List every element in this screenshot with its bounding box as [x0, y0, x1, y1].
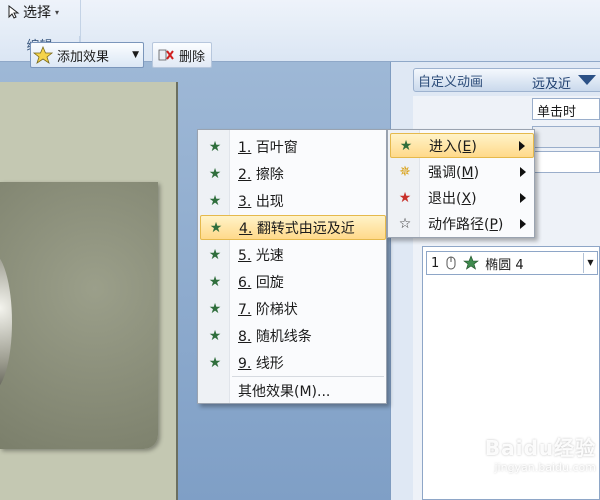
submenu-arrow-icon	[519, 140, 525, 151]
watermark-url: jingyan.baidu.com	[494, 461, 596, 474]
menu-item-entrance[interactable]: ★ 进入(E)	[390, 133, 534, 158]
chevron-down-icon[interactable]: ▼	[583, 253, 597, 273]
menu-item-emphasis[interactable]: ✵ 强调(M)	[390, 159, 534, 184]
star-entrance-icon	[463, 255, 480, 270]
cursor-arrow-icon	[8, 5, 20, 19]
add-effect-label: 添加效果	[57, 49, 110, 65]
menu-item-motion-path[interactable]: ☆ 动作路径(P)	[390, 211, 534, 236]
slide-canvas[interactable]	[0, 82, 178, 500]
select-label: 选择	[23, 5, 51, 21]
star-entrance-icon: ★	[208, 300, 222, 317]
chevron-down-icon: ▾	[55, 7, 60, 17]
submenu-arrow-icon	[520, 192, 526, 203]
menu-item-exit[interactable]: ★ 退出(X)	[390, 185, 534, 210]
star-entrance-icon: ★	[208, 273, 222, 290]
delete-effect-icon	[158, 49, 174, 61]
menu-separator	[232, 376, 384, 377]
add-effect-menu: ★ 进入(E) ✵ 强调(M) ★ 退出(X) ☆ 动作路径(P)	[387, 129, 535, 238]
menu-item-linear[interactable]: ★ 9. 线形	[200, 350, 386, 375]
menu-item-appear[interactable]: ★ 3. 出现	[200, 188, 386, 213]
effect-name-partial: 远及近	[532, 77, 572, 92]
start-select[interactable]: 单击时	[532, 98, 600, 120]
star-add-icon	[33, 46, 53, 64]
exit-star-icon: ★	[398, 189, 412, 206]
submenu-arrow-icon	[520, 166, 526, 177]
pane-title: 自定义动画	[418, 74, 484, 90]
menu-item-blinds[interactable]: ★ 1. 百叶窗	[200, 134, 386, 159]
submenu-arrow-icon	[520, 218, 526, 229]
star-entrance-icon: ★	[208, 327, 222, 344]
star-entrance-icon: ★	[208, 246, 222, 263]
watermark: Baidu经验 jingyan.baidu.com	[456, 432, 596, 492]
menu-item-lightspeed[interactable]: ★ 5. 光速	[200, 242, 386, 267]
speed-select[interactable]	[532, 151, 600, 173]
star-entrance-icon: ★	[208, 192, 222, 209]
menu-item-flip-from-far[interactable]: ★ 4. 翻转式由远及近	[200, 215, 386, 240]
delete-label: 删除	[179, 49, 206, 65]
chevron-down-icon: ▼	[132, 50, 139, 60]
list-item[interactable]: 1 椭圆 4 ▼	[426, 251, 598, 275]
delete-button[interactable]: 删除	[152, 42, 212, 68]
property-select[interactable]	[532, 126, 600, 148]
emphasis-star-icon: ✵	[399, 163, 411, 180]
star-entrance-icon: ★	[208, 165, 222, 182]
entrance-star-icon: ★	[399, 137, 413, 154]
watermark-logo: Baidu经验	[484, 436, 596, 460]
entrance-effects-menu: ★ 1. 百叶窗 ★ 2. 擦除 ★ 3. 出现 ★ 4. 翻转式由远及近 ★ …	[197, 129, 387, 404]
menu-item-more-effects[interactable]: 其他效果(M)...	[200, 378, 386, 403]
star-entrance-icon: ★	[208, 354, 222, 371]
menu-item-wipe[interactable]: ★ 2. 擦除	[200, 161, 386, 186]
menu-item-stairs[interactable]: ★ 7. 阶梯状	[200, 296, 386, 321]
list-item-name: 椭圆 4	[485, 257, 524, 273]
list-item-index: 1	[431, 255, 440, 271]
motion-path-star-icon: ☆	[398, 215, 412, 232]
mouse-click-icon	[446, 256, 456, 270]
add-effect-button[interactable]: 添加效果 ▼	[30, 42, 144, 68]
menu-item-random-bars[interactable]: ★ 8. 随机线条	[200, 323, 386, 348]
slide-shape[interactable]	[0, 182, 158, 449]
select-button[interactable]: 选择 ▾	[8, 2, 59, 22]
menu-item-spiral[interactable]: ★ 6. 回旋	[200, 269, 386, 294]
star-entrance-icon: ★	[209, 219, 223, 236]
star-entrance-icon: ★	[208, 138, 222, 155]
